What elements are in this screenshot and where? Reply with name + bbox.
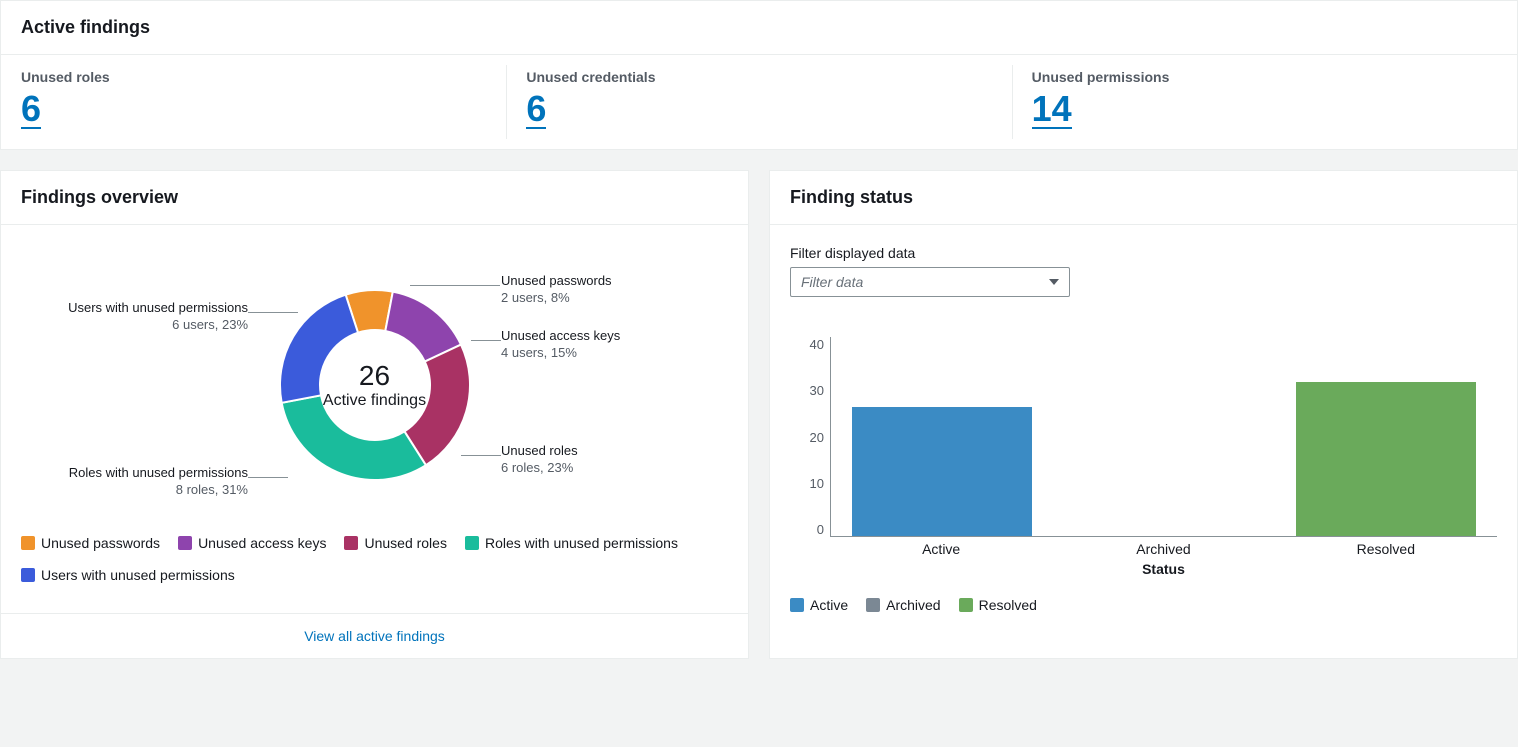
metric-value-link[interactable]: 6 (21, 91, 41, 129)
donut-center-label: Active findings (323, 392, 426, 410)
callout-unused-passwords: Unused passwords 2 users, 8% (501, 273, 612, 307)
y-tick: 40 (790, 337, 824, 352)
donut-chart: 26 Active findings Unused passwords 2 us… (21, 245, 728, 525)
legend-label: Active (810, 597, 848, 613)
active-findings-panel: Active findings Unused roles 6 Unused cr… (0, 0, 1518, 150)
filter-label: Filter displayed data (790, 245, 1497, 261)
legend-item[interactable]: Active (790, 597, 848, 613)
legend-swatch (866, 598, 880, 612)
metric-label: Unused roles (21, 69, 486, 85)
donut-center-value: 26 (323, 360, 426, 392)
x-axis-title: Status (830, 561, 1497, 577)
active-findings-title: Active findings (21, 17, 1497, 38)
legend-item[interactable]: Unused roles (344, 535, 447, 551)
callout-unused-roles: Unused roles 6 roles, 23% (501, 443, 578, 477)
view-all-link[interactable]: View all active findings (304, 628, 445, 644)
y-axis: 40 30 20 10 0 (790, 337, 830, 537)
metric-value-link[interactable]: 6 (526, 91, 546, 129)
legend-item[interactable]: Unused passwords (21, 535, 160, 551)
legend-label: Archived (886, 597, 940, 613)
status-legend: Active Archived Resolved (790, 577, 1497, 613)
legend-item[interactable]: Unused access keys (178, 535, 326, 551)
bar-chart: 40 30 20 10 0 ActiveArchivedResolved Status (790, 337, 1497, 577)
bar[interactable] (1296, 382, 1476, 536)
legend-label: Unused passwords (41, 535, 160, 551)
legend-label: Resolved (979, 597, 1037, 613)
legend-swatch (465, 536, 479, 550)
legend-label: Users with unused permissions (41, 567, 235, 583)
metric-unused-roles: Unused roles 6 (1, 55, 506, 149)
findings-overview-title: Findings overview (21, 187, 728, 208)
overview-legend: Unused passwords Unused access keys Unused… (21, 525, 728, 593)
filter-placeholder: Filter data (801, 274, 863, 290)
legend-item[interactable]: Roles with unused permissions (465, 535, 678, 551)
legend-item[interactable]: Archived (866, 597, 940, 613)
filter-select[interactable]: Filter data (790, 267, 1070, 297)
active-findings-metrics: Unused roles 6 Unused credentials 6 Unus… (1, 55, 1517, 149)
callout-users-unused-permissions: Users with unused permissions 6 users, 2… (68, 300, 248, 334)
legend-swatch (959, 598, 973, 612)
y-tick: 20 (790, 430, 824, 445)
y-tick: 30 (790, 383, 824, 398)
metric-label: Unused permissions (1032, 69, 1497, 85)
metric-label: Unused credentials (526, 69, 991, 85)
callout-roles-unused-permissions: Roles with unused permissions 8 roles, 3… (69, 465, 248, 499)
view-all-container: View all active findings (1, 613, 748, 658)
x-label: Active (830, 541, 1052, 557)
legend-swatch (21, 568, 35, 582)
findings-overview-header: Findings overview (1, 171, 748, 225)
metric-unused-credentials: Unused credentials 6 (506, 55, 1011, 149)
findings-overview-panel: Findings overview 26 Active findings Unu… (0, 170, 749, 659)
y-tick: 10 (790, 476, 824, 491)
legend-swatch (21, 536, 35, 550)
legend-item[interactable]: Resolved (959, 597, 1037, 613)
finding-status-header: Finding status (770, 171, 1517, 225)
x-label: Archived (1052, 541, 1274, 557)
plot-area (830, 337, 1497, 537)
y-tick: 0 (790, 522, 824, 537)
legend-label: Roles with unused permissions (485, 535, 678, 551)
finding-status-title: Finding status (790, 187, 1497, 208)
legend-label: Unused access keys (198, 535, 326, 551)
legend-swatch (344, 536, 358, 550)
legend-item[interactable]: Users with unused permissions (21, 567, 235, 583)
metric-unused-permissions: Unused permissions 14 (1012, 55, 1517, 149)
active-findings-header: Active findings (1, 1, 1517, 55)
callout-unused-access-keys: Unused access keys 4 users, 15% (501, 328, 620, 362)
legend-swatch (790, 598, 804, 612)
finding-status-panel: Finding status Filter displayed data Fil… (769, 170, 1518, 659)
metric-value-link[interactable]: 14 (1032, 91, 1072, 129)
bar[interactable] (852, 407, 1032, 536)
donut-center: 26 Active findings (323, 360, 426, 410)
legend-swatch (178, 536, 192, 550)
x-axis-labels: ActiveArchivedResolved (830, 541, 1497, 557)
legend-label: Unused roles (364, 535, 447, 551)
chevron-down-icon (1049, 279, 1059, 285)
x-label: Resolved (1275, 541, 1497, 557)
